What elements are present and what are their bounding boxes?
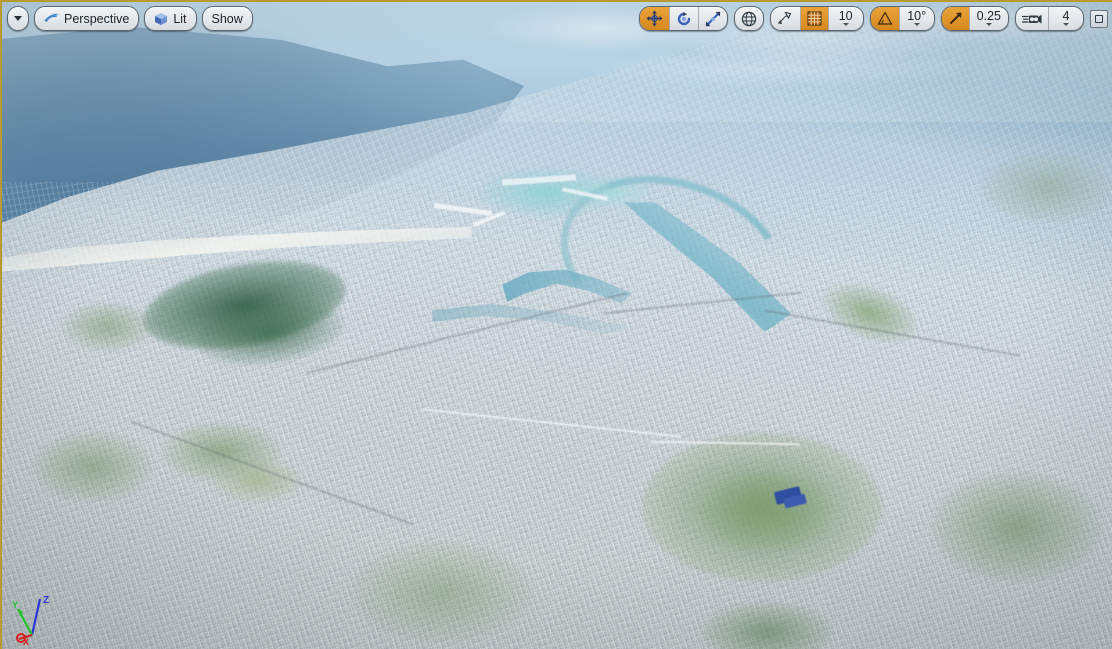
view-type-button[interactable]: Perspective (35, 7, 138, 30)
show-menu-group: Show (201, 6, 253, 31)
move-gizmo-icon (646, 10, 663, 27)
angle-icon (877, 11, 893, 26)
select-and-move-button[interactable] (639, 7, 669, 30)
camera-speed-group: 4 (1015, 6, 1084, 31)
cube-icon (154, 12, 168, 26)
view-mode-label: Lit (173, 11, 187, 26)
park-green-area (702, 472, 832, 552)
chevron-down-icon (842, 23, 849, 26)
grid-icon (807, 11, 822, 26)
rotation-snap-toggle[interactable] (870, 7, 899, 30)
camera-speed-button[interactable] (1016, 7, 1048, 30)
surface-snapping-button[interactable] (771, 7, 800, 30)
scale-arrow-icon (948, 11, 963, 26)
viewport-scene (2, 2, 1112, 649)
park-green-area (932, 472, 1102, 582)
view-type-label: Perspective (64, 11, 130, 26)
camera-speed-value-label: 4 (1062, 9, 1070, 23)
surface-snap-icon (777, 11, 794, 27)
viewport-options-menu[interactable] (8, 7, 28, 30)
select-and-scale-button[interactable] (699, 7, 727, 30)
viewport-toolbar-right: 10 10° 0.25 4 (638, 6, 1112, 31)
viewport-toolbar-left: Perspective Lit Show (2, 6, 253, 31)
rotation-snap-group: 10° (869, 6, 935, 31)
scale-snap-value[interactable]: 0.25 (970, 7, 1008, 30)
scale-snap-group: 0.25 (940, 6, 1009, 31)
park-green-area (982, 152, 1112, 222)
rotate-gizmo-icon (676, 11, 692, 27)
scale-snap-toggle[interactable] (941, 7, 969, 30)
show-menu-label: Show (211, 11, 243, 26)
chevron-down-icon (14, 16, 22, 21)
grid-snap-toggle[interactable] (800, 7, 828, 30)
camera-speed-value[interactable]: 4 (1049, 7, 1083, 30)
select-and-rotate-button[interactable] (670, 7, 698, 30)
maximize-viewport-button[interactable] (1090, 9, 1108, 28)
view-mode-group: Lit (144, 6, 197, 31)
maximize-icon (1095, 14, 1103, 23)
show-menu-button[interactable]: Show (203, 7, 252, 30)
grid-snap-group: 10 (769, 6, 864, 31)
park-green-area (352, 542, 532, 642)
coordinate-system-button[interactable] (735, 7, 763, 30)
rotation-snap-value-label: 10° (907, 9, 927, 23)
level-viewport[interactable]: Perspective Lit Show 10 10° 0.25 4 Z Y X (0, 0, 1112, 649)
scale-gizmo-icon (705, 11, 721, 27)
chevron-down-icon (913, 23, 920, 26)
view-type-group: Perspective (34, 6, 140, 31)
globe-icon (741, 11, 757, 27)
grid-snap-value[interactable]: 10 (829, 7, 863, 30)
camera-icon (44, 12, 59, 25)
park-green-area (32, 432, 152, 502)
rotation-snap-value[interactable]: 10° (900, 7, 934, 30)
transform-tools-group (638, 6, 728, 31)
chevron-down-icon (1063, 23, 1069, 26)
camera-speed-icon (1022, 12, 1042, 26)
scale-snap-value-label: 0.25 (976, 9, 1001, 23)
view-mode-button[interactable]: Lit (145, 7, 195, 30)
coordinate-system-group (733, 6, 764, 31)
park-green-area (62, 302, 152, 352)
options-menu-group (7, 6, 29, 31)
chevron-down-icon (985, 23, 992, 26)
grid-snap-value-label: 10 (838, 9, 853, 23)
